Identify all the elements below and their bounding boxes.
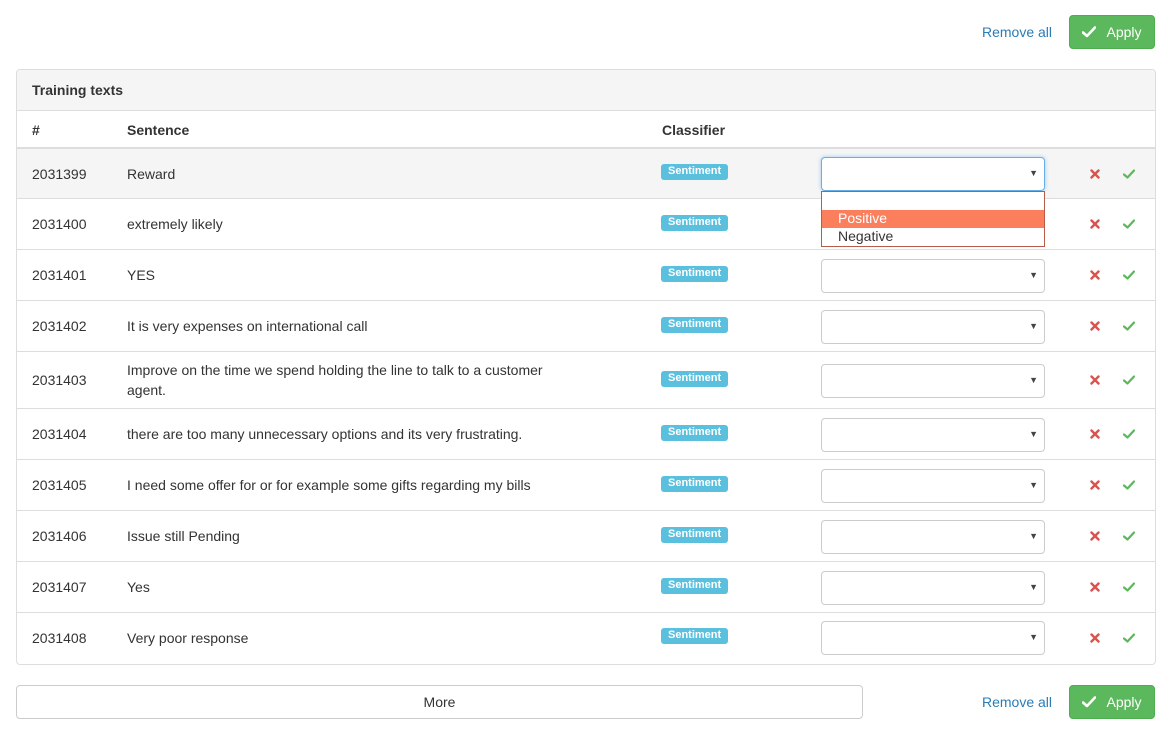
check-icon (1082, 26, 1097, 38)
caret-down-icon: ▼ (1029, 480, 1038, 490)
row-id: 2031399 (32, 165, 87, 182)
dropdown-option-positive[interactable]: Positive (822, 210, 1044, 228)
row-id: 2031408 (32, 630, 87, 646)
apply-button-bottom[interactable]: Apply (1069, 685, 1155, 719)
column-sentence: Sentence (127, 122, 190, 138)
row-id: 2031400 (32, 216, 87, 232)
table-row: 2031403 Improve on the time we spend hold… (17, 352, 1155, 409)
apply-label: Apply (1106, 24, 1142, 40)
classifier-badge: Sentiment (661, 628, 729, 644)
row-sentence: Very poor response (127, 630, 249, 646)
sentiment-select[interactable]: ▼ (821, 418, 1045, 452)
check-icon[interactable] (1123, 633, 1135, 643)
row-id: 2031404 (32, 426, 87, 442)
times-icon[interactable] (1090, 168, 1100, 179)
check-icon[interactable] (1123, 219, 1135, 229)
times-icon[interactable] (1090, 582, 1100, 592)
times-icon[interactable] (1090, 480, 1100, 490)
caret-down-icon: ▼ (1029, 632, 1038, 642)
column-classifier: Classifier (662, 122, 726, 138)
row-sentence: It is very expenses on international cal… (127, 318, 368, 334)
check-icon[interactable] (1123, 375, 1135, 385)
sentiment-select[interactable]: ▼ (821, 364, 1045, 398)
classifier-badge: Sentiment (661, 164, 729, 180)
table-row: 2031407 Yes Sentiment ▼ (17, 562, 1155, 613)
training-texts-panel: Training texts # Sentence Classifier 203… (16, 69, 1156, 665)
table-row: 2031404 there are too many unnecessary op… (17, 409, 1155, 460)
row-id: 2031402 (32, 318, 87, 334)
more-button[interactable]: More (16, 685, 863, 719)
row-sentence: Issue still Pending (127, 528, 240, 544)
sentiment-select[interactable]: ▼ (821, 571, 1045, 605)
caret-down-icon: ▼ (1029, 582, 1038, 592)
row-sentence: Improve on the time we spend holding the… (127, 362, 543, 398)
caret-down-icon: ▼ (1029, 270, 1038, 280)
dropdown-option-negative[interactable]: Negative (822, 228, 1044, 246)
column-id: # (32, 122, 40, 138)
times-icon[interactable] (1090, 375, 1100, 385)
table-row: 2031405 I need some offer for or for exam… (17, 460, 1155, 511)
caret-down-icon: ▼ (1029, 429, 1038, 439)
sentiment-select[interactable]: ▼ (821, 469, 1045, 503)
caret-down-icon: ▼ (1029, 375, 1038, 385)
sentiment-select[interactable]: ▼ (821, 157, 1045, 191)
times-icon[interactable] (1090, 270, 1100, 280)
times-icon[interactable] (1090, 633, 1100, 643)
check-icon[interactable] (1123, 429, 1135, 439)
check-icon[interactable] (1123, 531, 1135, 541)
dropdown-option-empty[interactable] (822, 192, 1044, 210)
times-icon[interactable] (1090, 219, 1100, 229)
top-toolbar: Remove all Apply (982, 15, 1155, 49)
row-id: 2031405 (32, 477, 87, 493)
caret-down-icon: ▼ (1029, 531, 1038, 541)
row-sentence: there are too many unnecessary options a… (127, 426, 523, 442)
row-sentence: I need some offer for or for example som… (127, 477, 531, 493)
remove-all-link-bottom[interactable]: Remove all (982, 694, 1052, 710)
table-row: 2031402 It is very expenses on internatio… (17, 301, 1155, 352)
row-sentence: extremely likely (127, 216, 223, 232)
row-sentence: Reward (127, 165, 176, 182)
apply-label: Apply (1106, 694, 1142, 710)
classifier-badge: Sentiment (661, 266, 729, 282)
times-icon[interactable] (1090, 321, 1100, 331)
check-icon[interactable] (1123, 582, 1135, 592)
sentiment-select[interactable]: ▼ (821, 310, 1045, 344)
panel-title: Training texts (17, 70, 1155, 111)
apply-button[interactable]: Apply (1069, 15, 1155, 49)
classifier-badge: Sentiment (661, 578, 729, 594)
classifier-badge: Sentiment (661, 371, 729, 387)
sentiment-dropdown-list[interactable]: Positive Negative (821, 191, 1045, 247)
sentiment-select[interactable]: ▼ (821, 259, 1045, 293)
classifier-badge: Sentiment (661, 527, 729, 543)
row-id: 2031403 (32, 372, 87, 388)
caret-down-icon: ▼ (1029, 321, 1038, 331)
classifier-badge: Sentiment (661, 476, 729, 492)
row-id: 2031401 (32, 267, 87, 283)
row-sentence: YES (127, 267, 156, 283)
times-icon[interactable] (1090, 429, 1100, 439)
table-row: 2031408 Very poor response Sentiment ▼ (17, 613, 1155, 663)
check-icon[interactable] (1123, 270, 1135, 280)
caret-down-icon: ▼ (1029, 168, 1038, 178)
classifier-badge: Sentiment (661, 425, 729, 441)
check-icon (1082, 696, 1097, 708)
row-id: 2031407 (32, 579, 87, 595)
bottom-actions: Remove all Apply (982, 685, 1155, 719)
remove-all-link[interactable]: Remove all (982, 24, 1052, 40)
row-id: 2031406 (32, 528, 87, 544)
classifier-badge: Sentiment (661, 317, 729, 333)
sentiment-select[interactable]: ▼ (821, 621, 1045, 655)
sentiment-select[interactable]: ▼ (821, 520, 1045, 554)
bottom-toolbar: More Remove all Apply (16, 685, 1155, 719)
check-icon[interactable] (1123, 480, 1135, 490)
classifier-badge: Sentiment (661, 215, 729, 231)
table-row: 2031406 Issue still Pending Sentiment ▼ (17, 511, 1155, 562)
row-sentence: Yes (127, 579, 150, 595)
check-icon[interactable] (1123, 321, 1135, 331)
table-header: # Sentence Classifier (17, 111, 1155, 149)
check-icon[interactable] (1123, 168, 1135, 179)
table-row: 2031401 YES Sentiment ▼ (17, 250, 1155, 301)
times-icon[interactable] (1090, 531, 1100, 541)
